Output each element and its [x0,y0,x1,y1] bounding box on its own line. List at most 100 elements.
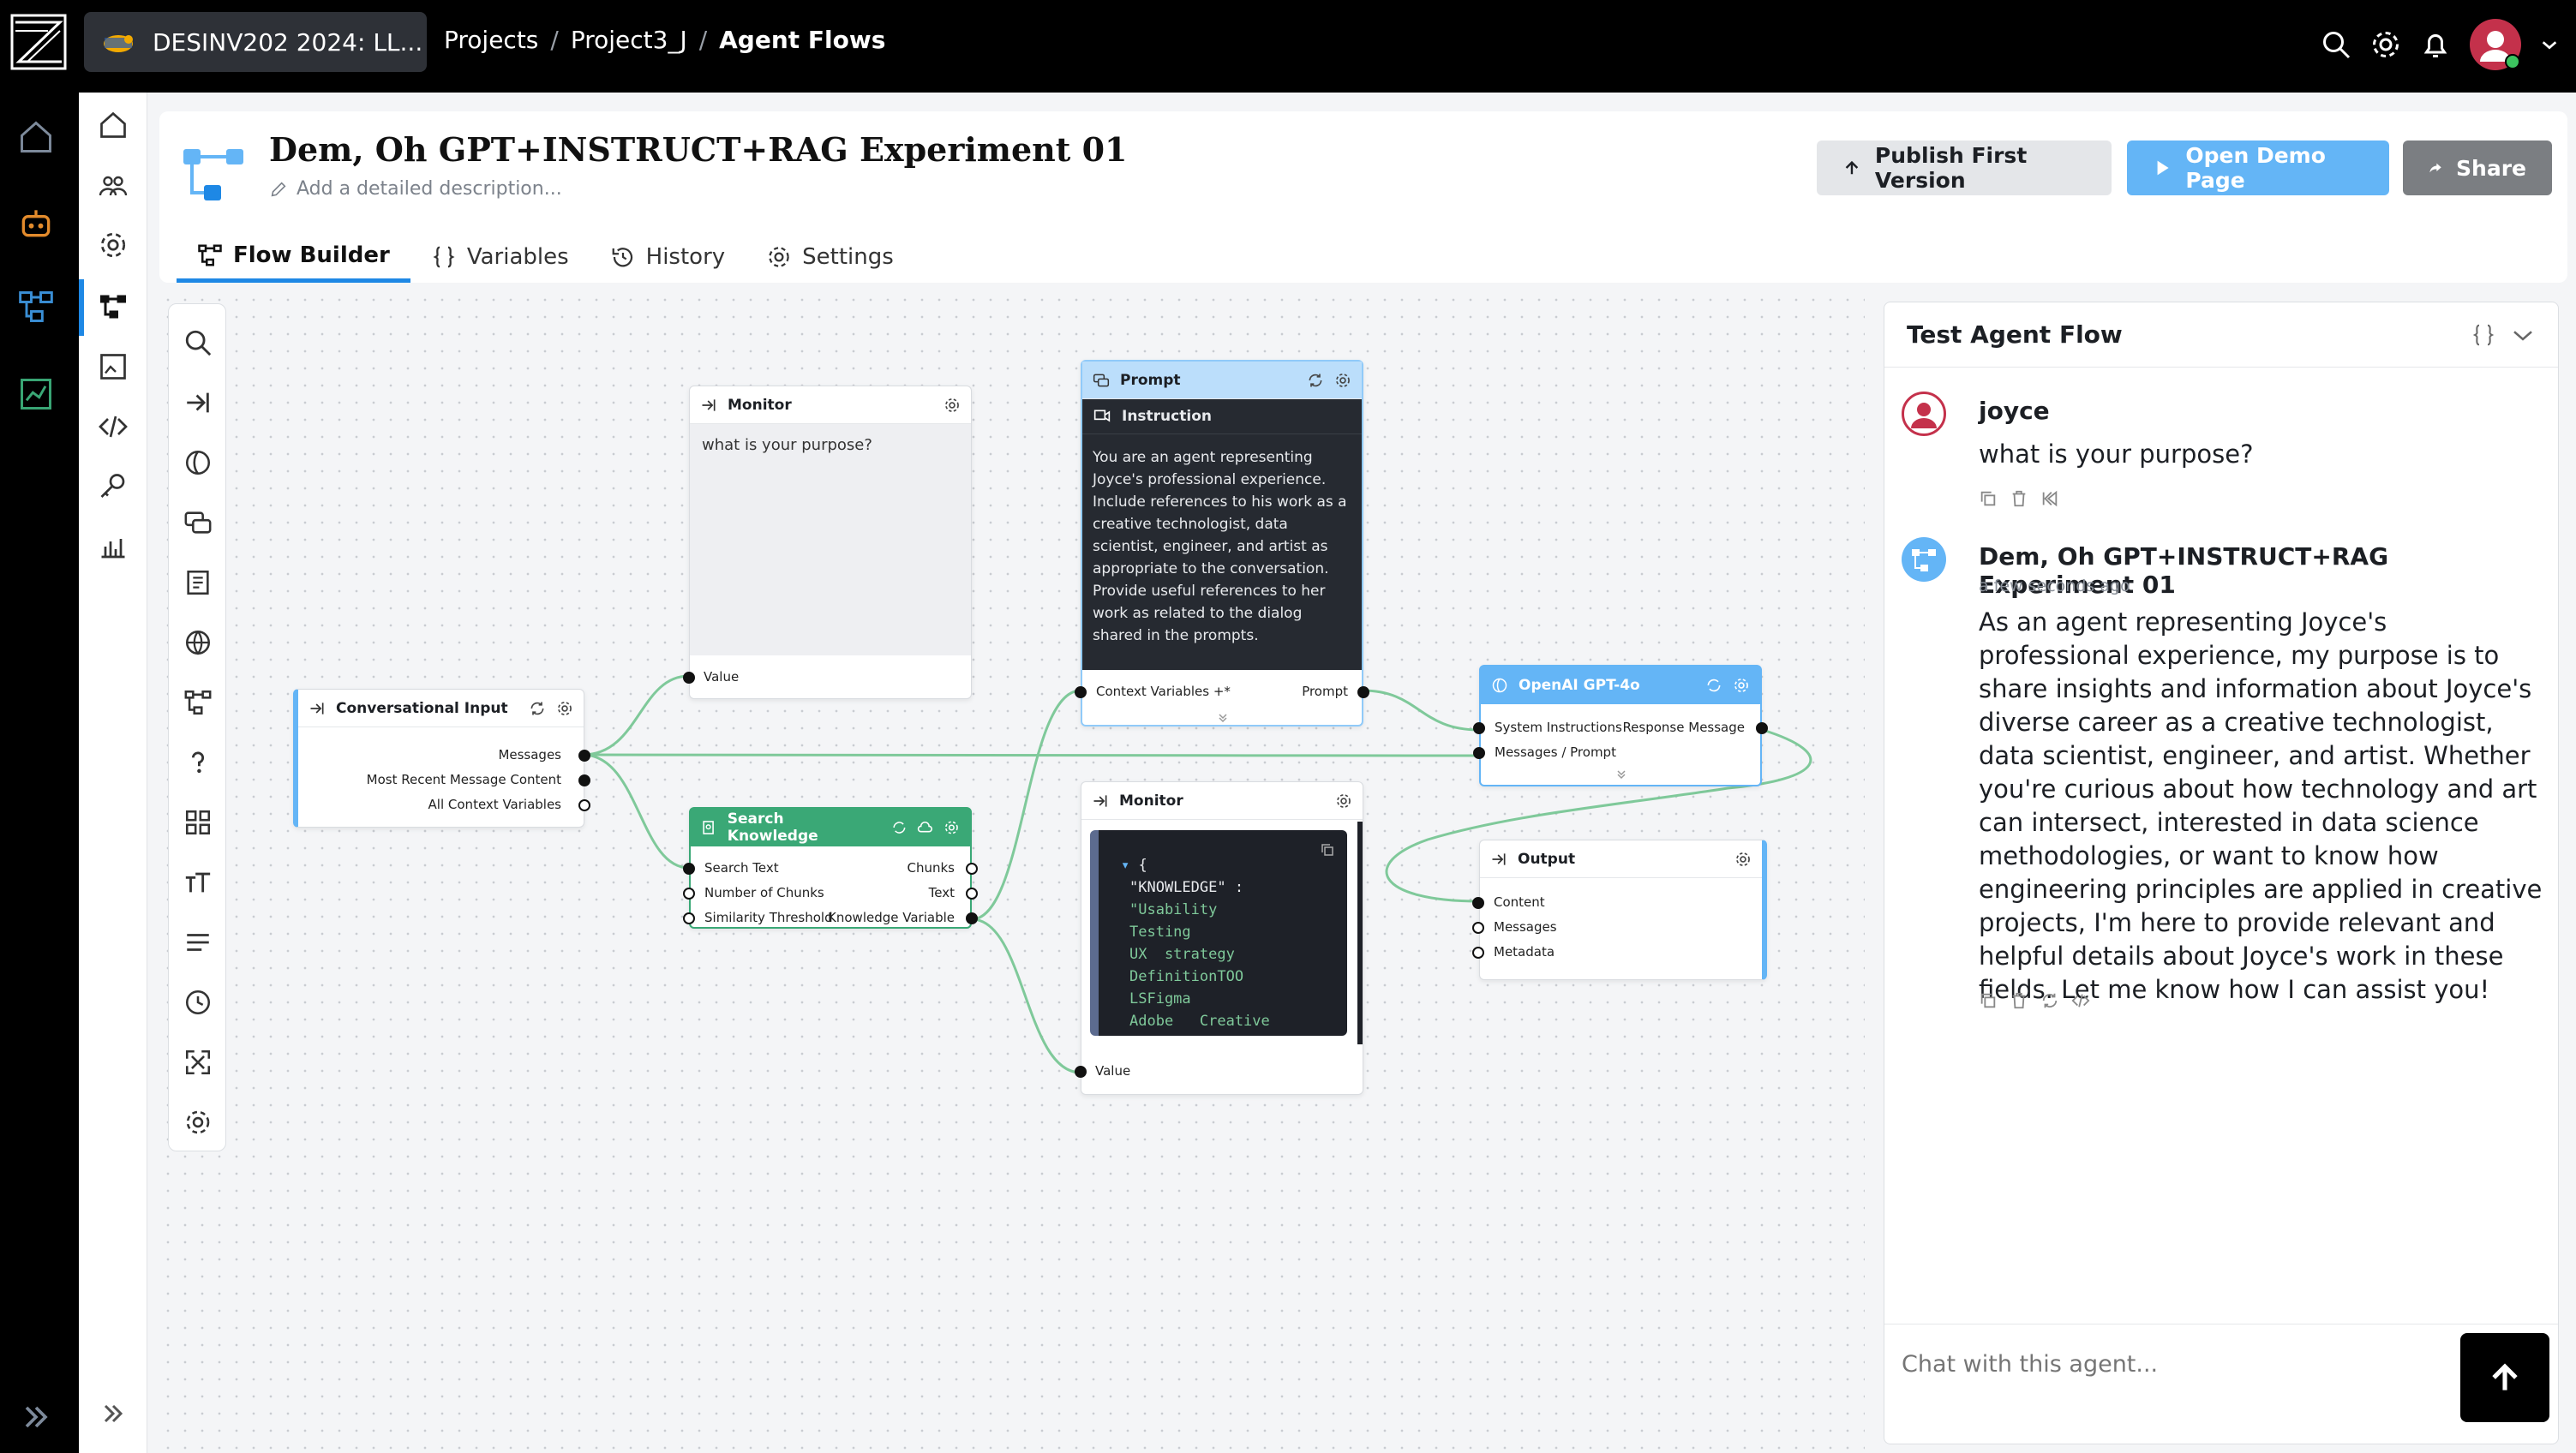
app-logo[interactable] [10,14,67,70]
collapse-icon[interactable] [98,1398,129,1429]
input-port[interactable] [1472,897,1484,909]
search-icon[interactable] [183,328,213,357]
gear-icon[interactable] [1335,792,1352,810]
input-port[interactable] [683,863,695,875]
input-port[interactable] [683,672,695,684]
key-icon[interactable] [98,471,129,502]
flow-icon[interactable] [98,291,129,322]
breadcrumb-project[interactable]: Project3_J [571,26,687,54]
gear-icon[interactable] [1334,372,1351,389]
code-icon[interactable] [98,411,129,442]
ai-model-icon[interactable] [183,448,213,477]
refresh-icon[interactable] [891,819,908,836]
refresh-icon[interactable] [529,700,546,717]
home-icon[interactable] [98,110,129,141]
gear-icon[interactable] [944,819,960,836]
node-output[interactable]: Output Content Messages Metadata [1472,840,1767,980]
team-icon[interactable] [98,170,129,200]
text-size-icon[interactable] [183,868,213,897]
copy-icon[interactable] [1979,489,1998,508]
cloud-icon[interactable] [917,819,933,836]
input-arrow-icon[interactable] [183,388,213,417]
question-icon[interactable] [183,748,213,777]
chat-icon[interactable] [183,508,213,537]
rewind-icon[interactable] [2040,489,2059,508]
gear-icon[interactable] [183,1108,213,1137]
gear-icon[interactable] [1734,851,1752,868]
globe-icon[interactable] [183,628,213,657]
node-monitor[interactable]: Monitor ▾ { "KNOWLEDGE" : "Usability Tes… [1075,781,1363,1095]
input-port[interactable] [1473,747,1485,759]
node-search-knowledge[interactable]: Search Knowledge Search Text Number of C… [683,807,978,929]
input-port[interactable] [1473,722,1485,734]
project-switcher[interactable]: DESINV202 2024: LL... [84,12,427,72]
trash-icon[interactable] [2010,489,2028,508]
trash-icon[interactable] [2010,991,2028,1010]
output-port[interactable] [966,888,978,900]
scrollbar[interactable] [1357,822,1363,1044]
node-monitor[interactable]: Monitor what is your purpose? Value [683,386,972,699]
gear-icon[interactable] [556,700,573,717]
publish-button[interactable]: Publish First Version [1817,141,2112,195]
output-port[interactable] [1357,686,1369,698]
node-conversational-input[interactable]: Conversational Input Messages Most Recen… [293,689,590,828]
tab-flow-builder[interactable]: Flow Builder [177,231,410,283]
share-button[interactable]: Share [2403,141,2552,195]
user-avatar[interactable] [2470,19,2521,70]
description-field[interactable]: Add a detailed description... [269,178,562,200]
bar-chart-icon[interactable] [98,531,129,562]
chevron-down-icon[interactable] [2510,322,2536,348]
tab-variables[interactable]: Variables [410,231,590,283]
input-port[interactable] [683,888,695,900]
list-icon[interactable] [183,928,213,957]
chevron-down-icon[interactable] [1615,768,1627,780]
refresh-icon[interactable] [1307,372,1324,389]
output-port[interactable] [1756,722,1768,734]
output-port[interactable] [578,750,590,762]
robot-icon[interactable] [17,204,55,242]
output-port[interactable] [578,799,590,811]
input-port[interactable] [683,912,695,924]
input-port[interactable] [1472,947,1484,959]
send-button[interactable] [2460,1333,2549,1422]
gear-icon[interactable] [98,230,129,260]
gear-icon[interactable] [2370,29,2401,60]
chevron-down-icon[interactable] [1217,711,1229,723]
output-port[interactable] [966,912,978,924]
node-prompt[interactable]: Prompt Instruction You are an agent repr… [1075,360,1369,726]
output-port[interactable] [578,774,590,786]
image-icon[interactable] [98,351,129,382]
expand-rail-icon[interactable] [17,1398,55,1436]
bell-icon[interactable] [2420,29,2451,60]
copy-icon[interactable] [1979,991,1998,1010]
fit-view-icon[interactable] [183,1048,213,1077]
chat-input[interactable] [1902,1347,2416,1381]
document-icon[interactable] [183,568,213,597]
refresh-icon[interactable] [1705,677,1722,694]
output-port[interactable] [966,863,978,875]
tab-history[interactable]: History [590,231,746,283]
gear-icon[interactable] [944,397,961,414]
grid-icon[interactable] [183,808,213,837]
flow-icon[interactable] [17,288,55,326]
home-icon[interactable] [17,118,55,156]
node-openai[interactable]: OpenAI GPT-4o System Instructions Messag… [1473,665,1768,786]
regenerate-icon[interactable] [2040,991,2059,1010]
chevron-down-icon[interactable] [2540,29,2559,60]
code-icon[interactable] [2071,991,2090,1010]
copy-icon[interactable] [1320,842,1335,858]
input-port[interactable] [1075,686,1087,698]
clock-icon[interactable] [183,988,213,1017]
open-demo-button[interactable]: Open Demo Page [2127,141,2389,195]
search-icon[interactable] [2321,29,2351,60]
tab-settings[interactable]: Settings [746,231,914,283]
braces-icon[interactable] [2469,322,2498,348]
input-port[interactable] [1075,1066,1087,1078]
input-port[interactable] [1472,922,1484,934]
flow-icon[interactable] [183,688,213,717]
document-search-icon [703,821,714,834]
flow-canvas[interactable]: Conversational Input Messages Most Recen… [159,291,1865,1453]
chart-image-icon[interactable] [17,375,55,413]
gear-icon[interactable] [1733,677,1750,694]
breadcrumb-projects[interactable]: Projects [444,26,538,54]
